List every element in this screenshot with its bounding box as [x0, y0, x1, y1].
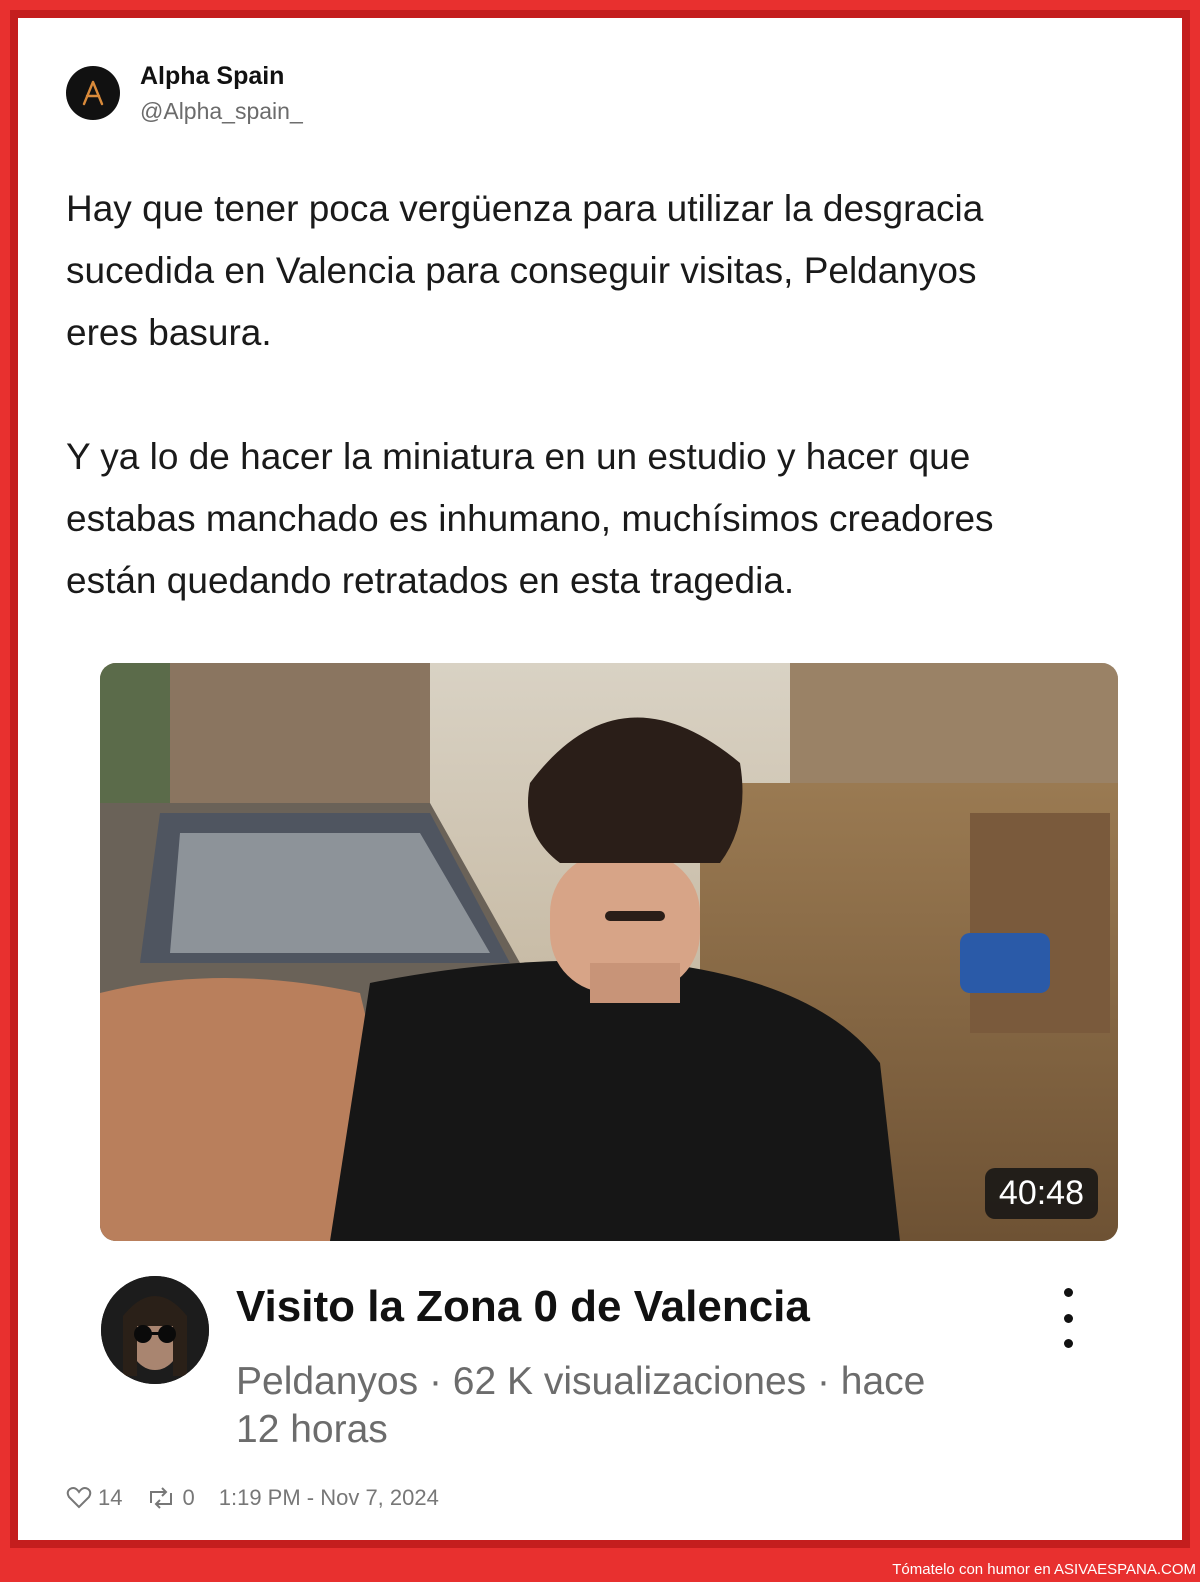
tweet-text: Hay que tener poca vergüenza para utiliz… [66, 188, 994, 601]
site-watermark: Tómatelo con humor en ASIVAESPANA.COM [892, 1561, 1196, 1578]
author-name[interactable]: Alpha Spain [140, 62, 284, 91]
like-count: 14 [98, 1485, 123, 1510]
retweet-icon[interactable] [146, 1487, 176, 1509]
watermark-site[interactable]: ASIVAESPANA.COM [1054, 1561, 1196, 1578]
tweet-timestamp[interactable]: 1:19 PM - Nov 7, 2024 [219, 1485, 439, 1511]
video-meta: Peldanyos · 62 K visualizaciones · hace … [236, 1360, 926, 1451]
video-duration-badge: 40:48 [984, 1168, 1098, 1219]
tweet-card: Alpha Spain @Alpha_spain_ Hay que tener … [10, 10, 1190, 1548]
more-vertical-icon[interactable] [1058, 1288, 1078, 1348]
watermark-prefix: Tómatelo con humor en [892, 1561, 1051, 1578]
video-title[interactable]: Visito la Zona 0 de Valencia [236, 1282, 810, 1332]
channel-avatar-image [101, 1276, 209, 1384]
alpha-logo-icon [82, 80, 104, 106]
tweet-footer: 14 0 1:19 PM - Nov 7, 2024 [66, 1480, 439, 1516]
author-handle[interactable]: @Alpha_spain_ [140, 98, 303, 125]
channel-avatar[interactable] [101, 1276, 209, 1384]
video-thumbnail[interactable]: 40:48 [100, 663, 1118, 1241]
author-avatar[interactable] [66, 66, 120, 120]
thumbnail-image [100, 663, 1118, 1241]
heart-icon[interactable] [66, 1486, 92, 1510]
retweet-count: 0 [182, 1485, 195, 1510]
